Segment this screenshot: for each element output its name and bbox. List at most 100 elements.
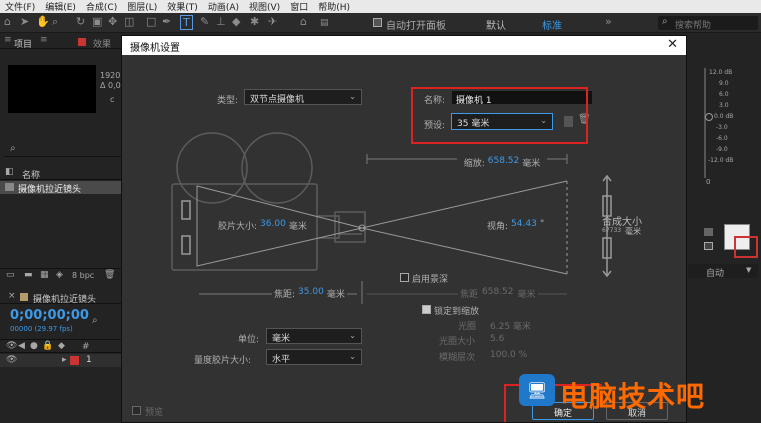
menu-effect[interactable]: 效果(T) <box>162 0 203 13</box>
camera-settings-dialog: 摄像机设置 ✕ 类型: 双节点摄像机 ⌄ 名称: 摄像机 1 预设: 35 毫米… <box>121 35 687 423</box>
solo-switch-icon[interactable]: ● <box>30 341 38 351</box>
zoom-tool-icon[interactable]: ⌕ <box>52 15 58 29</box>
brush-tool-icon[interactable]: ✎ <box>200 15 209 28</box>
eraser-tool-icon[interactable]: ◆ <box>232 15 240 28</box>
volume-knob-icon[interactable] <box>705 113 713 121</box>
close-icon[interactable]: ✕ <box>667 37 678 52</box>
panel-menu-icon-2[interactable]: ≡ <box>40 35 48 45</box>
menu-help[interactable]: 帮助(H) <box>313 0 355 13</box>
auto-dropdown[interactable]: 自动 ▼ <box>688 264 758 279</box>
chevron-down-icon: ⌄ <box>349 92 356 101</box>
preview-checkbox[interactable] <box>132 406 141 415</box>
swap-colors-icon[interactable] <box>704 228 713 236</box>
new-folder-icon[interactable]: ▬ <box>24 270 33 280</box>
home-icon[interactable]: ⌂ <box>4 15 11 28</box>
lock-to-zoom-checkbox[interactable] <box>422 305 431 314</box>
focus-distance-label: 焦距 <box>460 290 479 300</box>
level-9: 9.0 <box>719 80 729 87</box>
workspace-default[interactable]: 默认 <box>486 17 506 32</box>
menu-edit[interactable]: 编辑(E) <box>40 0 81 13</box>
enable-dof-checkbox[interactable] <box>400 273 409 282</box>
roto-tool-icon[interactable]: ✱ <box>250 15 259 28</box>
angle-label: 视角: <box>487 222 509 232</box>
selection-tool-icon[interactable]: ➤ <box>20 15 29 28</box>
enable-dof-label: 启用景深 <box>412 275 449 285</box>
project-footer: ▭ ▬ ▦ ◈ 8 bpc 🗑 <box>0 268 122 282</box>
default-colors-icon[interactable] <box>704 242 713 250</box>
timeline-search-icon[interactable]: ⌕ <box>92 315 98 326</box>
timecode-fps: 00000 (29.97 fps) <box>10 325 73 333</box>
search-help-box[interactable]: ⌕ 搜索帮助 <box>658 16 758 31</box>
timeline-tab-bar: × 摄像机拉近镜头 <box>0 290 122 305</box>
puppet-tool-icon[interactable]: ✈ <box>268 15 277 28</box>
auto-open-checkbox[interactable] <box>373 18 382 27</box>
layer-number: 1 <box>86 355 92 365</box>
layer-row[interactable]: 👁 ▸ 1 <box>0 354 122 367</box>
focus-distance-value: 658.52 <box>482 287 514 297</box>
tag-icon: ◧ <box>5 167 14 177</box>
menu-layer[interactable]: 图层(L) <box>122 0 162 13</box>
auto-open-label: 自动打开面板 <box>386 21 446 32</box>
watermark-text: 电脑技术吧 <box>560 380 706 413</box>
menu-animation[interactable]: 动画(A) <box>203 0 244 13</box>
menu-composition[interactable]: 合成(C) <box>81 0 122 13</box>
pan-tool-icon[interactable]: ✥ <box>108 15 117 28</box>
focus-distance-unit: 毫米 <box>517 290 536 300</box>
lock-switch-icon[interactable]: 🔒 <box>42 341 53 351</box>
column-name-header[interactable]: 名称 <box>22 168 40 181</box>
level-3: 3.0 <box>719 102 729 109</box>
rotate-tool-icon[interactable]: ↻ <box>76 15 85 28</box>
focal-length-value[interactable]: 35.00 <box>298 287 324 300</box>
info-width: 1920 <box>100 71 121 80</box>
workspace-standard[interactable]: 标准 <box>542 17 562 32</box>
zoom-value[interactable]: 658.52 <box>488 156 520 168</box>
tab-project[interactable]: 项目 <box>14 37 32 50</box>
project-search-icon[interactable]: ⌕ <box>10 143 16 154</box>
effects-color-swatch <box>78 38 86 46</box>
timeline-tab[interactable]: 摄像机拉近镜头 <box>33 292 96 305</box>
film-size-unit: 毫米 <box>288 222 307 232</box>
video-switch-icon[interactable]: 👁 <box>6 341 17 351</box>
layer-expand-icon[interactable]: ▸ <box>62 355 67 365</box>
type-dropdown[interactable]: 双节点摄像机 ⌄ <box>244 89 362 105</box>
timecode[interactable]: 0;00;00;00 <box>10 308 89 323</box>
rectangle-tool-icon[interactable]: □ <box>146 15 156 28</box>
settings-icon[interactable]: ◈ <box>56 270 63 280</box>
measure-film-dropdown[interactable]: 水平 ⌄ <box>266 349 362 365</box>
stroke-color-swatch[interactable] <box>734 236 758 258</box>
units-dropdown[interactable]: 毫米 ⌄ <box>266 328 362 344</box>
project-item[interactable]: 摄像机拉近镜头 <box>0 181 122 195</box>
angle-value[interactable]: 54.43 <box>511 219 537 232</box>
anchor-tool-icon[interactable]: ◫ <box>124 15 134 28</box>
film-size-value[interactable]: 36.00 <box>260 219 286 232</box>
trash-icon[interactable]: 🗑 <box>104 270 115 280</box>
film-reel-left <box>176 132 248 204</box>
film-arrow-bottom <box>181 235 191 255</box>
bpc-label[interactable]: 8 bpc <box>72 271 94 280</box>
menu-file[interactable]: 文件(F) <box>0 0 40 13</box>
level-m6: -6.0 <box>716 135 728 142</box>
tab-effects[interactable]: 效果 <box>93 37 111 50</box>
layer-visibility-icon[interactable]: 👁 <box>6 355 17 365</box>
snap-icon[interactable]: ⌂ <box>300 15 307 28</box>
pen-tool-icon[interactable]: ✒ <box>162 15 171 28</box>
info-c: c <box>110 95 115 104</box>
camera-tool-icon[interactable]: ▣ <box>92 15 102 28</box>
blur-label: 模糊层次 <box>439 353 476 363</box>
zoom-label: 缩放: <box>463 159 485 169</box>
align-icon[interactable]: ▤ <box>320 18 329 28</box>
fstop-value: 5.6 <box>490 334 505 344</box>
type-tool-icon[interactable]: T <box>180 15 193 30</box>
chevron-down-icon: ⌄ <box>349 331 356 340</box>
workspace-menu-icon[interactable]: » <box>605 15 612 28</box>
menu-view[interactable]: 视图(V) <box>244 0 285 13</box>
hand-tool-icon[interactable]: ✋ <box>36 15 50 28</box>
clone-tool-icon[interactable]: ⊥ <box>216 15 226 28</box>
timeline-close-icon[interactable]: × <box>8 291 16 301</box>
lock-to-zoom-label: 锁定到缩放 <box>434 307 480 317</box>
interpret-footage-icon[interactable]: ▭ <box>6 270 15 280</box>
menu-window[interactable]: 窗口 <box>285 0 313 13</box>
new-comp-icon[interactable]: ▦ <box>40 270 49 280</box>
panel-menu-icon[interactable]: ≡ <box>4 35 12 45</box>
audio-switch-icon[interactable]: ◀ <box>18 341 25 351</box>
